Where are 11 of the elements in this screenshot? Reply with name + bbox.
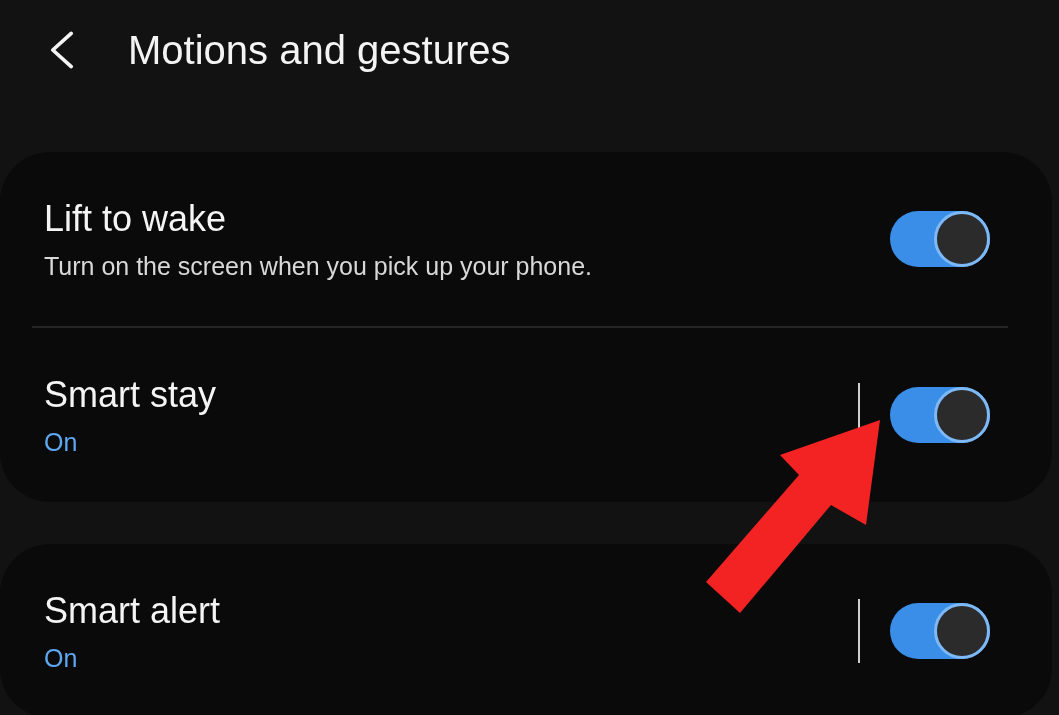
page-title: Motions and gestures [128, 27, 511, 73]
toggle-switch[interactable] [890, 387, 990, 443]
toggle-switch[interactable] [890, 603, 990, 659]
setting-title: Lift to wake [44, 197, 227, 241]
setting-description: Turn on the screen when you pick up your phone. [44, 250, 593, 281]
chevron-left-icon [50, 30, 74, 70]
setting-status: On [44, 426, 78, 457]
toggle-switch[interactable] [890, 211, 990, 267]
setting-title: Smart alert [44, 589, 221, 633]
setting-title: Smart stay [44, 373, 217, 417]
setting-status: On [44, 642, 78, 673]
